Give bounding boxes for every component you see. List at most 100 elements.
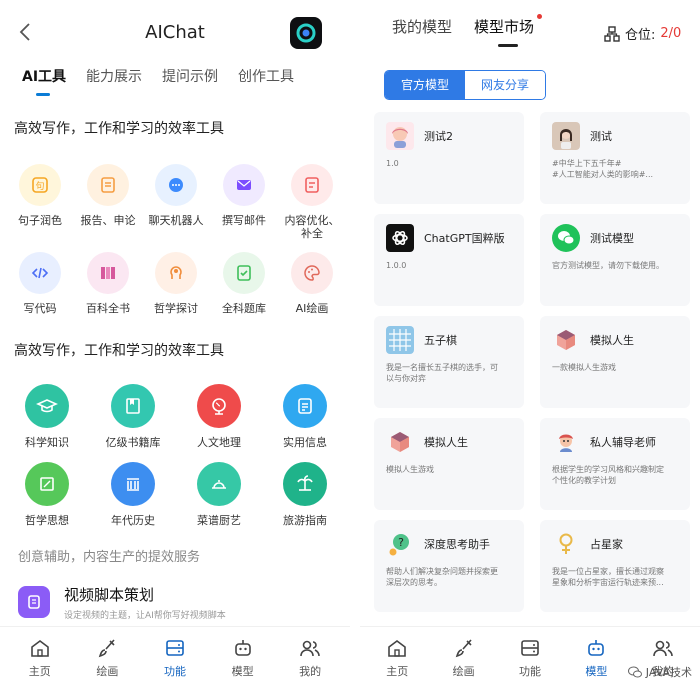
model-card[interactable]: 模拟人生 一款模拟人生游戏 bbox=[540, 316, 690, 408]
tab-my-models[interactable]: 我的模型 bbox=[392, 16, 452, 47]
palette-icon bbox=[291, 252, 333, 294]
nav-functions[interactable]: 功能 bbox=[141, 627, 209, 692]
model-card[interactable]: 测试模型 官方测试模型，请勿下载使用。 bbox=[540, 214, 690, 306]
category-label: 菜谱厨艺 bbox=[197, 514, 241, 527]
tool-item[interactable]: AI绘画 bbox=[278, 252, 346, 315]
category-label: 旅游指南 bbox=[283, 514, 327, 527]
screen-divider bbox=[350, 0, 360, 692]
segment-official-models[interactable]: 官方模型 bbox=[385, 71, 465, 99]
model-name: 深度思考助手 bbox=[424, 538, 490, 551]
category-grid-row2: 哲学思想 年代历史 菜谱厨艺 旅游指南 bbox=[4, 462, 348, 528]
mail-icon bbox=[223, 164, 265, 206]
tool-grid-row2: 写代码 百科全书 哲学探讨 全科题库 AI绘画 bbox=[6, 252, 346, 315]
model-card[interactable]: 五子棋 我是一名擅长五子棋的选手，可 以与你对弈 bbox=[374, 316, 524, 408]
category-item[interactable]: 科学知识 bbox=[4, 384, 90, 450]
teacher-avatar bbox=[552, 428, 580, 456]
section-title: 高效写作，工作和学习的效率工具 bbox=[14, 343, 224, 359]
tool-grid-row1: 句 句子润色 报告、申论 聊天机器人 撰写邮件 内容优化、补全 bbox=[6, 164, 346, 240]
home-icon bbox=[388, 640, 407, 657]
script-icon bbox=[18, 586, 50, 618]
tool-item[interactable]: 撰写邮件 bbox=[210, 164, 278, 240]
nav-mine[interactable]: 我的 bbox=[276, 627, 344, 692]
nav-label: 模型 bbox=[585, 665, 608, 678]
model-card[interactable]: 测试 #中华上下五千年# #人工智能对人类的影响#... bbox=[540, 112, 690, 204]
people-icon bbox=[653, 640, 673, 657]
nav-models[interactable]: 模型 bbox=[563, 627, 629, 692]
nav-home[interactable]: 主页 bbox=[364, 627, 430, 692]
tool-item[interactable]: 哲学探讨 bbox=[142, 252, 210, 315]
tool-label: 句子润色 bbox=[18, 214, 62, 227]
globe-icon bbox=[197, 384, 241, 428]
tool-item[interactable]: 内容优化、补全 bbox=[278, 164, 346, 240]
frame-icon bbox=[25, 462, 69, 506]
category-item[interactable]: 年代历史 bbox=[90, 462, 176, 528]
slot-indicator[interactable]: 仓位: 2/0 bbox=[604, 24, 681, 43]
category-item[interactable]: 实用信息 bbox=[262, 384, 348, 450]
cube-avatar bbox=[386, 428, 414, 456]
segment-user-shared[interactable]: 网友分享 bbox=[465, 71, 545, 99]
slot-value: 2/0 bbox=[660, 26, 682, 41]
books-icon bbox=[87, 252, 129, 294]
tab-bar: AI工具 能力展示 提问示例 创作工具 bbox=[22, 66, 294, 96]
category-label: 年代历史 bbox=[111, 514, 155, 527]
model-card[interactable]: 占星家 我是一位占星家，擅长通过观察 星象和分析宇宙运行轨迹来预... bbox=[540, 520, 690, 612]
category-item[interactable]: 人文地理 bbox=[176, 384, 262, 450]
venus-avatar bbox=[552, 530, 580, 558]
category-item[interactable]: 旅游指南 bbox=[262, 462, 348, 528]
anime-girl-avatar bbox=[386, 122, 414, 150]
grid-board-avatar bbox=[386, 326, 414, 354]
nav-label: 模型 bbox=[231, 665, 254, 678]
nav-drawing[interactable]: 绘画 bbox=[74, 627, 142, 692]
nav-label: 功能 bbox=[163, 665, 186, 678]
tab-capabilities[interactable]: 能力展示 bbox=[86, 66, 142, 96]
video-script-desc: 设定视频的主题，让AI帮你写好视频脚本 bbox=[64, 611, 226, 621]
app-logo-icon[interactable] bbox=[290, 17, 322, 49]
category-item[interactable]: 亿级书籍库 bbox=[90, 384, 176, 450]
tool-label: 聊天机器人 bbox=[148, 214, 204, 227]
tab-model-market[interactable]: 模型市场 bbox=[474, 14, 543, 47]
section-title: 高效写作，工作和学习的效率工具 bbox=[14, 121, 224, 137]
svg-text:句: 句 bbox=[35, 180, 44, 192]
model-card-grid: 测试2 1.0 测试 #中华上下五千年# #人工智能对人类的影响#... Cha… bbox=[374, 112, 700, 612]
category-item[interactable]: 哲学思想 bbox=[4, 462, 90, 528]
model-card[interactable]: 测试2 1.0 bbox=[374, 112, 524, 204]
nav-models[interactable]: 模型 bbox=[209, 627, 277, 692]
model-card[interactable]: 私人辅导老师 根据学生的学习风格和兴趣制定 个性化的教学计划 bbox=[540, 418, 690, 510]
model-name: 模拟人生 bbox=[424, 436, 468, 449]
tool-item[interactable]: 百科全书 bbox=[74, 252, 142, 315]
book-icon bbox=[111, 384, 155, 428]
tab-ai-tools[interactable]: AI工具 bbox=[22, 66, 66, 96]
question-avatar: ? bbox=[386, 530, 414, 558]
tool-label: 哲学探讨 bbox=[154, 302, 198, 315]
model-source-switch: 官方模型 网友分享 bbox=[384, 70, 546, 100]
model-card[interactable]: 模拟人生 模拟人生游戏 bbox=[374, 418, 524, 510]
tab-creative-tools[interactable]: 创作工具 bbox=[238, 66, 294, 96]
nav-functions[interactable]: 功能 bbox=[497, 627, 563, 692]
nav-mine[interactable]: 我的 bbox=[630, 627, 696, 692]
tab-prompt-examples[interactable]: 提问示例 bbox=[162, 66, 218, 96]
model-name: 占星家 bbox=[590, 538, 623, 551]
tool-item[interactable]: 全科题库 bbox=[210, 252, 278, 315]
brush-icon bbox=[455, 639, 472, 658]
category-label: 哲学思想 bbox=[25, 514, 69, 527]
nav-drawing[interactable]: 绘画 bbox=[430, 627, 496, 692]
video-script-item[interactable]: 视频脚本策划 设定视频的主题，让AI帮你写好视频脚本 bbox=[18, 584, 338, 621]
video-script-title: 视频脚本策划 bbox=[64, 586, 155, 604]
category-label: 科学知识 bbox=[25, 436, 69, 449]
model-desc: 我是一位占星家，擅长通过观察 星象和分析宇宙运行轨迹来预... bbox=[552, 567, 664, 587]
tool-label: 撰写邮件 bbox=[222, 214, 266, 227]
model-desc: 模拟人生游戏 bbox=[386, 465, 434, 474]
tool-item[interactable]: 报告、申论 bbox=[74, 164, 142, 240]
category-item[interactable]: 菜谱厨艺 bbox=[176, 462, 262, 528]
model-name: 私人辅导老师 bbox=[590, 436, 656, 449]
tool-item[interactable]: 聊天机器人 bbox=[142, 164, 210, 240]
model-card[interactable]: ? 深度思考助手 帮助人们解决复杂问题并探索更 深层次的思考。 bbox=[374, 520, 524, 612]
model-card[interactable]: ChatGPT国粹版 1.0.0 bbox=[374, 214, 524, 306]
bottom-nav: 主页 绘画 功能 模型 我的 bbox=[0, 626, 350, 692]
nav-label: 我的 bbox=[299, 665, 322, 678]
tool-item[interactable]: 写代码 bbox=[6, 252, 74, 315]
tool-item[interactable]: 句 句子润色 bbox=[6, 164, 74, 240]
tool-label: 百科全书 bbox=[86, 302, 130, 315]
edit-doc-icon bbox=[291, 164, 333, 206]
nav-home[interactable]: 主页 bbox=[6, 627, 74, 692]
